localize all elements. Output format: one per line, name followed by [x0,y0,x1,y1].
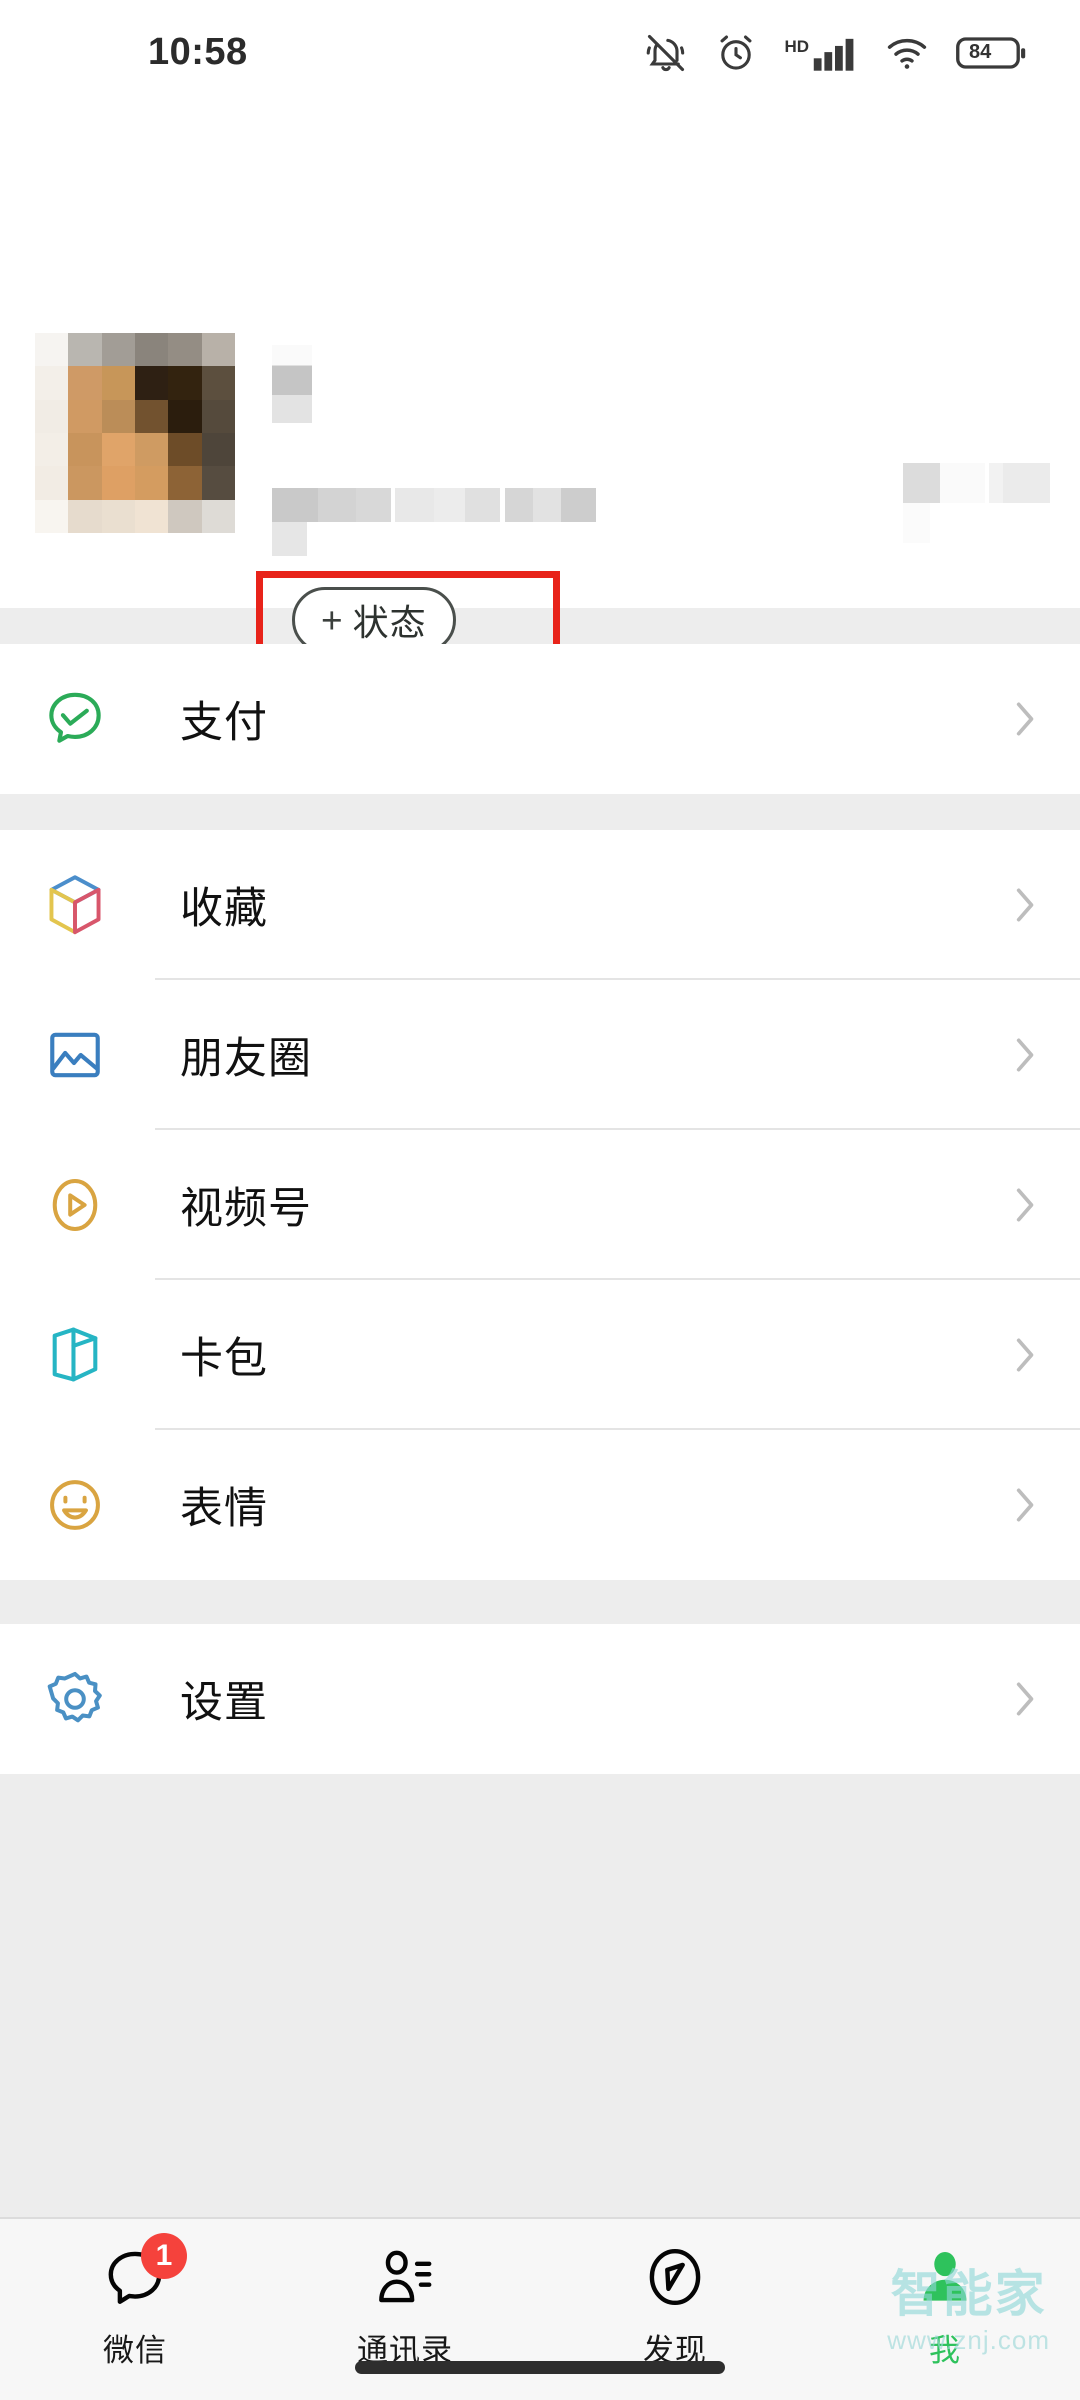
pay-icon [38,682,112,756]
status-bar-icons: HD 84 [644,29,1026,77]
status-bar-clock: 10:58 [148,31,248,73]
wifi-icon [884,31,930,75]
unread-badge: 1 [141,2233,187,2279]
moments-photo-icon [38,1018,112,1092]
menu-item-channels[interactable]: 视频号 [0,1130,1080,1280]
section-gap [0,1580,1080,1624]
menu-item-moments[interactable]: 朋友圈 [0,980,1080,1130]
menu-item-label: 收藏 [180,885,268,933]
battery-percent-label: 84 [969,40,992,63]
tab-label: 微信 [103,2333,167,2368]
discover-compass-icon [641,2241,709,2313]
wechat-me-screen: 10:58 HD 84 + 状态 支付 收藏 朋友圈 视频号 卡包 表情 设置 … [0,0,1080,2400]
chat-bubble-icon: 1 [101,2233,187,2313]
battery-icon: 84 [956,33,1026,73]
profile-name-redacted [272,345,312,423]
menu-item-label: 支付 [180,699,268,747]
contacts-icon [371,2241,439,2313]
favorites-cube-icon [38,868,112,942]
network-type-label: HD [784,36,809,56]
avatar[interactable] [35,333,235,533]
menu-group-payment: 支付 [0,644,1080,794]
menu-item-pay[interactable]: 支付 [0,644,1080,794]
chevron-right-icon [1012,1033,1040,1077]
menu-item-cards[interactable]: 卡包 [0,1280,1080,1430]
chevron-right-icon [1012,1483,1040,1527]
empty-area [0,1774,1080,2217]
alarm-clock-icon [714,31,758,75]
tab-wechat[interactable]: 1 微信 [0,2219,270,2370]
settings-gear-icon [38,1662,112,1736]
menu-item-label: 视频号 [180,1185,312,1233]
profile-header[interactable]: + 状态 [0,105,1080,695]
profile-person-icon [911,2241,979,2313]
menu-group-features: 收藏 朋友圈 视频号 卡包 表情 [0,830,1080,1580]
channels-play-icon [38,1168,112,1242]
menu-item-label: 表情 [180,1485,268,1533]
status-bar: 10:58 HD 84 [0,0,1080,105]
stickers-smiley-icon [38,1468,112,1542]
mute-bell-icon [644,31,688,75]
chevron-right-icon [1012,1183,1040,1227]
signal-bars-icon: HD [784,31,858,75]
menu-item-favorites[interactable]: 收藏 [0,830,1080,980]
tab-label: 我 [929,2333,961,2368]
menu-item-settings[interactable]: 设置 [0,1624,1080,1774]
add-status-label: 状态 [352,602,427,643]
plus-icon: + [321,599,343,641]
section-gap [0,794,1080,830]
home-indicator[interactable] [355,2361,725,2374]
menu-item-label: 朋友圈 [180,1035,312,1083]
profile-wechat-id-redacted [272,488,622,556]
chevron-right-icon [1012,1333,1040,1377]
menu-item-label: 设置 [180,1679,268,1727]
menu-group-settings: 设置 [0,1624,1080,1774]
chevron-right-icon [1012,697,1040,741]
menu-item-label: 卡包 [180,1335,268,1383]
chevron-right-icon [1012,883,1040,927]
profile-qr-redacted[interactable] [903,463,1073,543]
tab-discover[interactable]: 发现 [540,2219,810,2370]
cards-wallet-icon [38,1318,112,1392]
menu-item-stickers[interactable]: 表情 [0,1430,1080,1580]
tab-me[interactable]: 我 [810,2219,1080,2370]
chevron-right-icon [1012,1677,1040,1721]
tab-contacts[interactable]: 通讯录 [270,2219,540,2370]
